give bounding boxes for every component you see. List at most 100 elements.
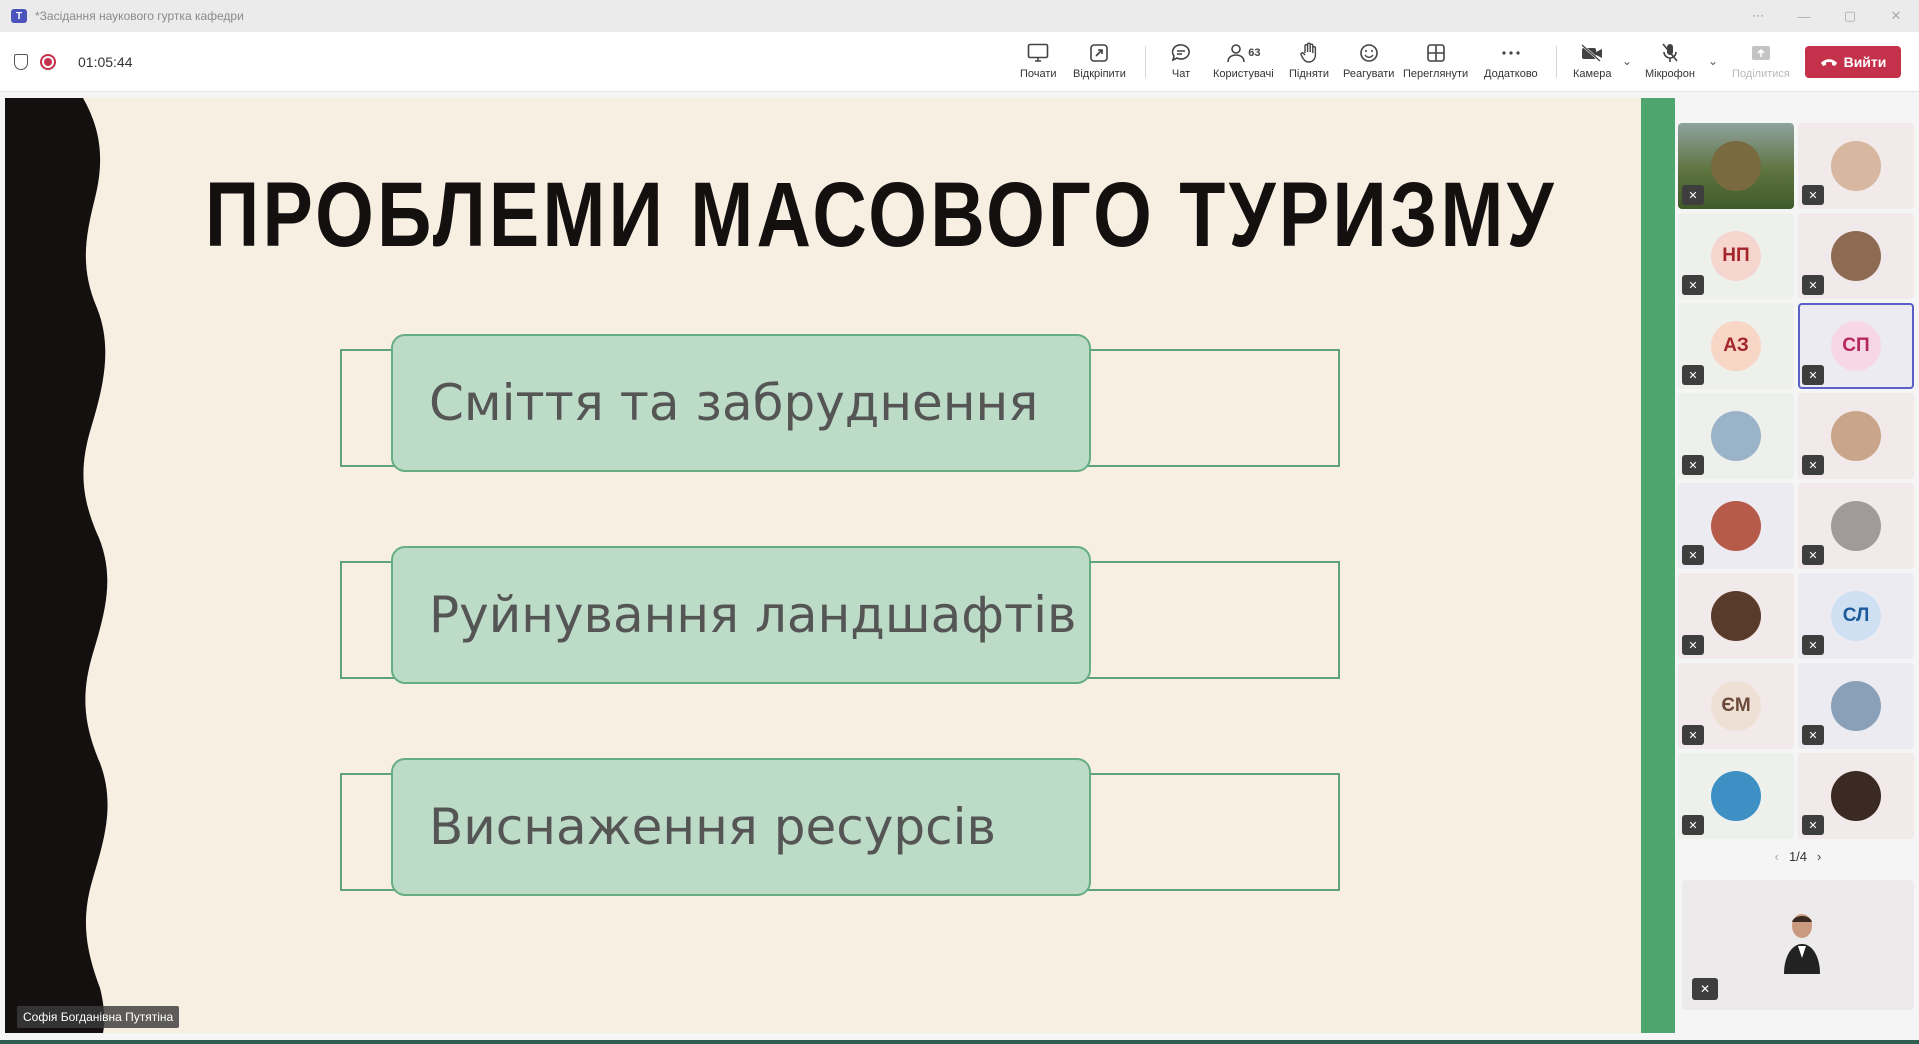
minimize-button[interactable]: — (1781, 0, 1827, 32)
next-page-chevron-right-icon[interactable]: › (1817, 849, 1821, 864)
whiteboard-icon (1027, 40, 1049, 66)
participant-tile[interactable]: СП ✕ (1798, 303, 1914, 389)
chat-button[interactable]: Чат (1170, 40, 1192, 86)
participant-tile[interactable]: ✕ (1798, 663, 1914, 749)
start-button[interactable]: Почати (1020, 40, 1057, 86)
participant-tile[interactable]: ✕ (1678, 573, 1794, 659)
gallery-page-indicator: 1/4 (1788, 849, 1808, 864)
slide-item-2-text: Руйнування ландшафтів (429, 586, 1077, 644)
prev-page-chevron-left-icon[interactable]: ‹ (1775, 849, 1779, 864)
share-button[interactable]: Поділитися (1732, 40, 1790, 86)
self-video-tile[interactable]: ✕ (1682, 880, 1914, 1010)
mic-off-icon: ✕ (1682, 545, 1704, 565)
participant-tile[interactable]: СЛ ✕ (1798, 573, 1914, 659)
popout-button[interactable]: Відкріпити (1073, 40, 1126, 86)
camera-button[interactable]: Камера (1573, 40, 1611, 86)
participant-photo-avatar (1831, 141, 1881, 191)
participant-tile[interactable]: ЄМ ✕ (1678, 663, 1794, 749)
mic-off-icon: ✕ (1802, 635, 1824, 655)
participant-initials-avatar: СЛ (1831, 591, 1881, 641)
participant-initials-avatar: СП (1831, 321, 1881, 371)
ellipsis-icon (1501, 40, 1521, 66)
title-bar: T *Засідання наукового гуртка кафедри ⋯ … (0, 0, 1919, 32)
smile-icon (1359, 40, 1379, 66)
participant-tile[interactable]: ✕ (1678, 393, 1794, 479)
raise-hand-button[interactable]: Підняти (1289, 40, 1329, 86)
grid-icon (1426, 40, 1446, 66)
people-label: Користувачі (1213, 68, 1274, 80)
participant-tile[interactable]: ✕ (1678, 483, 1794, 569)
chat-icon (1170, 40, 1192, 66)
popout-label: Відкріпити (1073, 68, 1126, 80)
close-button[interactable]: ✕ (1873, 0, 1919, 32)
toolbar-divider (1556, 46, 1557, 78)
hand-icon (1299, 40, 1319, 66)
more-label: Додатково (1484, 68, 1538, 80)
mic-off-icon: ✕ (1802, 275, 1824, 295)
more-icon[interactable]: ⋯ (1735, 0, 1781, 32)
meeting-stage: ПРОБЛЕМИ МАСОВОГО ТУРИЗМУ Сміття та забр… (0, 93, 1919, 1044)
participant-photo-avatar (1711, 411, 1761, 461)
mic-off-icon: ✕ (1802, 455, 1824, 475)
share-icon (1750, 40, 1772, 66)
people-count: 63 (1248, 46, 1261, 59)
view-button[interactable]: Переглянути (1403, 40, 1468, 86)
leave-button[interactable]: Вийти (1805, 46, 1901, 78)
teams-meeting-window: T *Засідання наукового гуртка кафедри ⋯ … (0, 0, 1919, 1044)
meeting-timer: 01:05:44 (78, 54, 133, 70)
camera-options-chevron-down-icon[interactable]: ⌄ (1622, 54, 1632, 68)
chat-label: Чат (1171, 68, 1191, 80)
mic-off-icon: ✕ (1802, 365, 1824, 385)
recording-icon[interactable] (40, 54, 56, 70)
participant-photo-avatar (1711, 501, 1761, 551)
camera-off-icon (1580, 40, 1604, 66)
react-button[interactable]: Реагувати (1343, 40, 1394, 86)
teams-logo-icon: T (11, 9, 27, 23)
participant-tile[interactable]: ✕ (1798, 483, 1914, 569)
participant-photo-avatar (1831, 231, 1881, 281)
slide-side-strip (1641, 98, 1675, 1033)
participant-tile[interactable]: НП ✕ (1678, 213, 1794, 299)
participant-tile[interactable]: ✕ (1678, 123, 1794, 209)
mic-off-icon: ✕ (1682, 455, 1704, 475)
toolbar-divider (1145, 46, 1146, 78)
mic-off-icon: ✕ (1682, 635, 1704, 655)
participant-tile[interactable]: ✕ (1798, 123, 1914, 209)
meeting-toolbar: 01:05:44 Почати Відкріпити Чат 63 Корист… (0, 32, 1919, 92)
shield-icon[interactable] (14, 54, 28, 70)
mic-off-icon: ✕ (1692, 978, 1718, 1000)
people-button[interactable]: 63 Користувачі (1213, 40, 1274, 86)
participant-tile[interactable]: ✕ (1798, 393, 1914, 479)
participant-photo-avatar (1831, 411, 1881, 461)
mic-button[interactable]: Мікрофон (1645, 40, 1695, 86)
participant-tile[interactable]: ✕ (1798, 213, 1914, 299)
shared-slide: ПРОБЛЕМИ МАСОВОГО ТУРИЗМУ Сміття та забр… (5, 98, 1641, 1033)
raise-label: Підняти (1289, 68, 1329, 80)
slide-wave-decoration (5, 98, 108, 1033)
camera-label: Камера (1573, 68, 1612, 80)
slide-item-2: Руйнування ландшафтів (391, 546, 1091, 684)
slide-title: ПРОБЛЕМИ МАСОВОГО ТУРИЗМУ (205, 164, 1557, 266)
mic-off-icon: ✕ (1802, 725, 1824, 745)
mic-options-chevron-down-icon[interactable]: ⌄ (1708, 54, 1718, 68)
participant-photo-avatar (1711, 771, 1761, 821)
taskbar-edge (0, 1040, 1919, 1044)
participant-tile[interactable]: ✕ (1678, 753, 1794, 839)
mic-off-icon: ✕ (1802, 815, 1824, 835)
participant-photo-avatar (1831, 501, 1881, 551)
participant-tile[interactable]: ✕ (1798, 753, 1914, 839)
slide-item-3-text: Виснаження ресурсів (429, 798, 996, 856)
participant-photo-avatar (1831, 771, 1881, 821)
mic-label: Мікрофон (1645, 68, 1695, 80)
share-label: Поділитися (1732, 68, 1790, 80)
phone-hangup-icon (1820, 59, 1837, 66)
maximize-button[interactable]: ▢ (1827, 0, 1873, 32)
leave-label: Вийти (1843, 54, 1887, 70)
more-button[interactable]: Додатково (1484, 40, 1538, 86)
participant-tile[interactable]: АЗ ✕ (1678, 303, 1794, 389)
participant-initials-avatar: АЗ (1711, 321, 1761, 371)
gallery-pager: ‹ 1/4 › (1678, 849, 1918, 864)
popout-icon (1089, 40, 1109, 66)
window-controls: ⋯ — ▢ ✕ (1735, 0, 1919, 32)
meeting-status: 01:05:44 (14, 32, 133, 92)
